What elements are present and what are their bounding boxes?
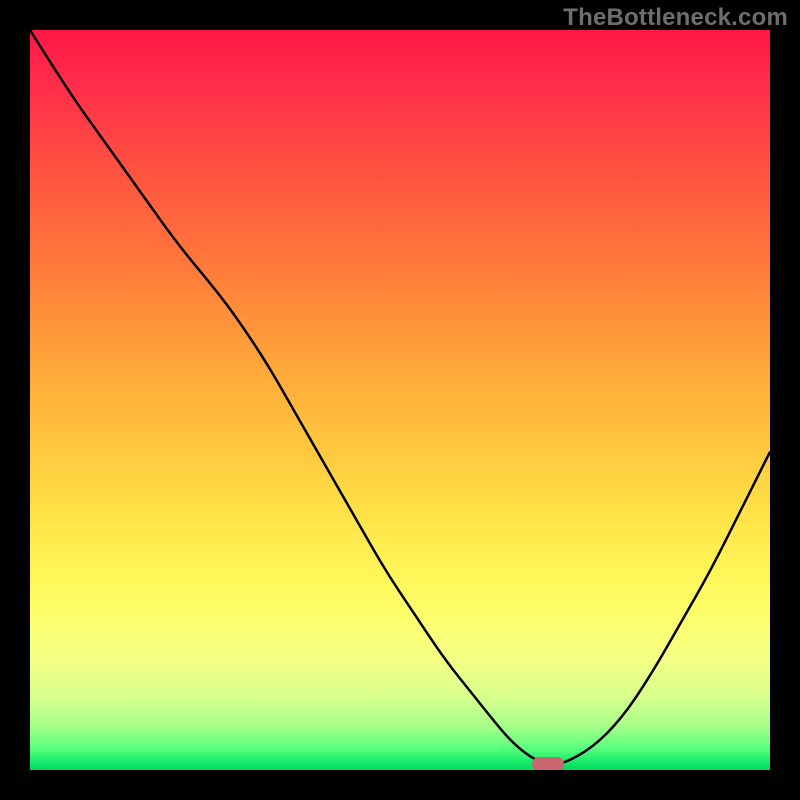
bottleneck-curve <box>30 30 770 770</box>
optimal-point-marker <box>532 757 564 770</box>
plot-area <box>30 30 770 770</box>
watermark-text: TheBottleneck.com <box>563 4 788 32</box>
chart-container: TheBottleneck.com <box>0 0 800 800</box>
